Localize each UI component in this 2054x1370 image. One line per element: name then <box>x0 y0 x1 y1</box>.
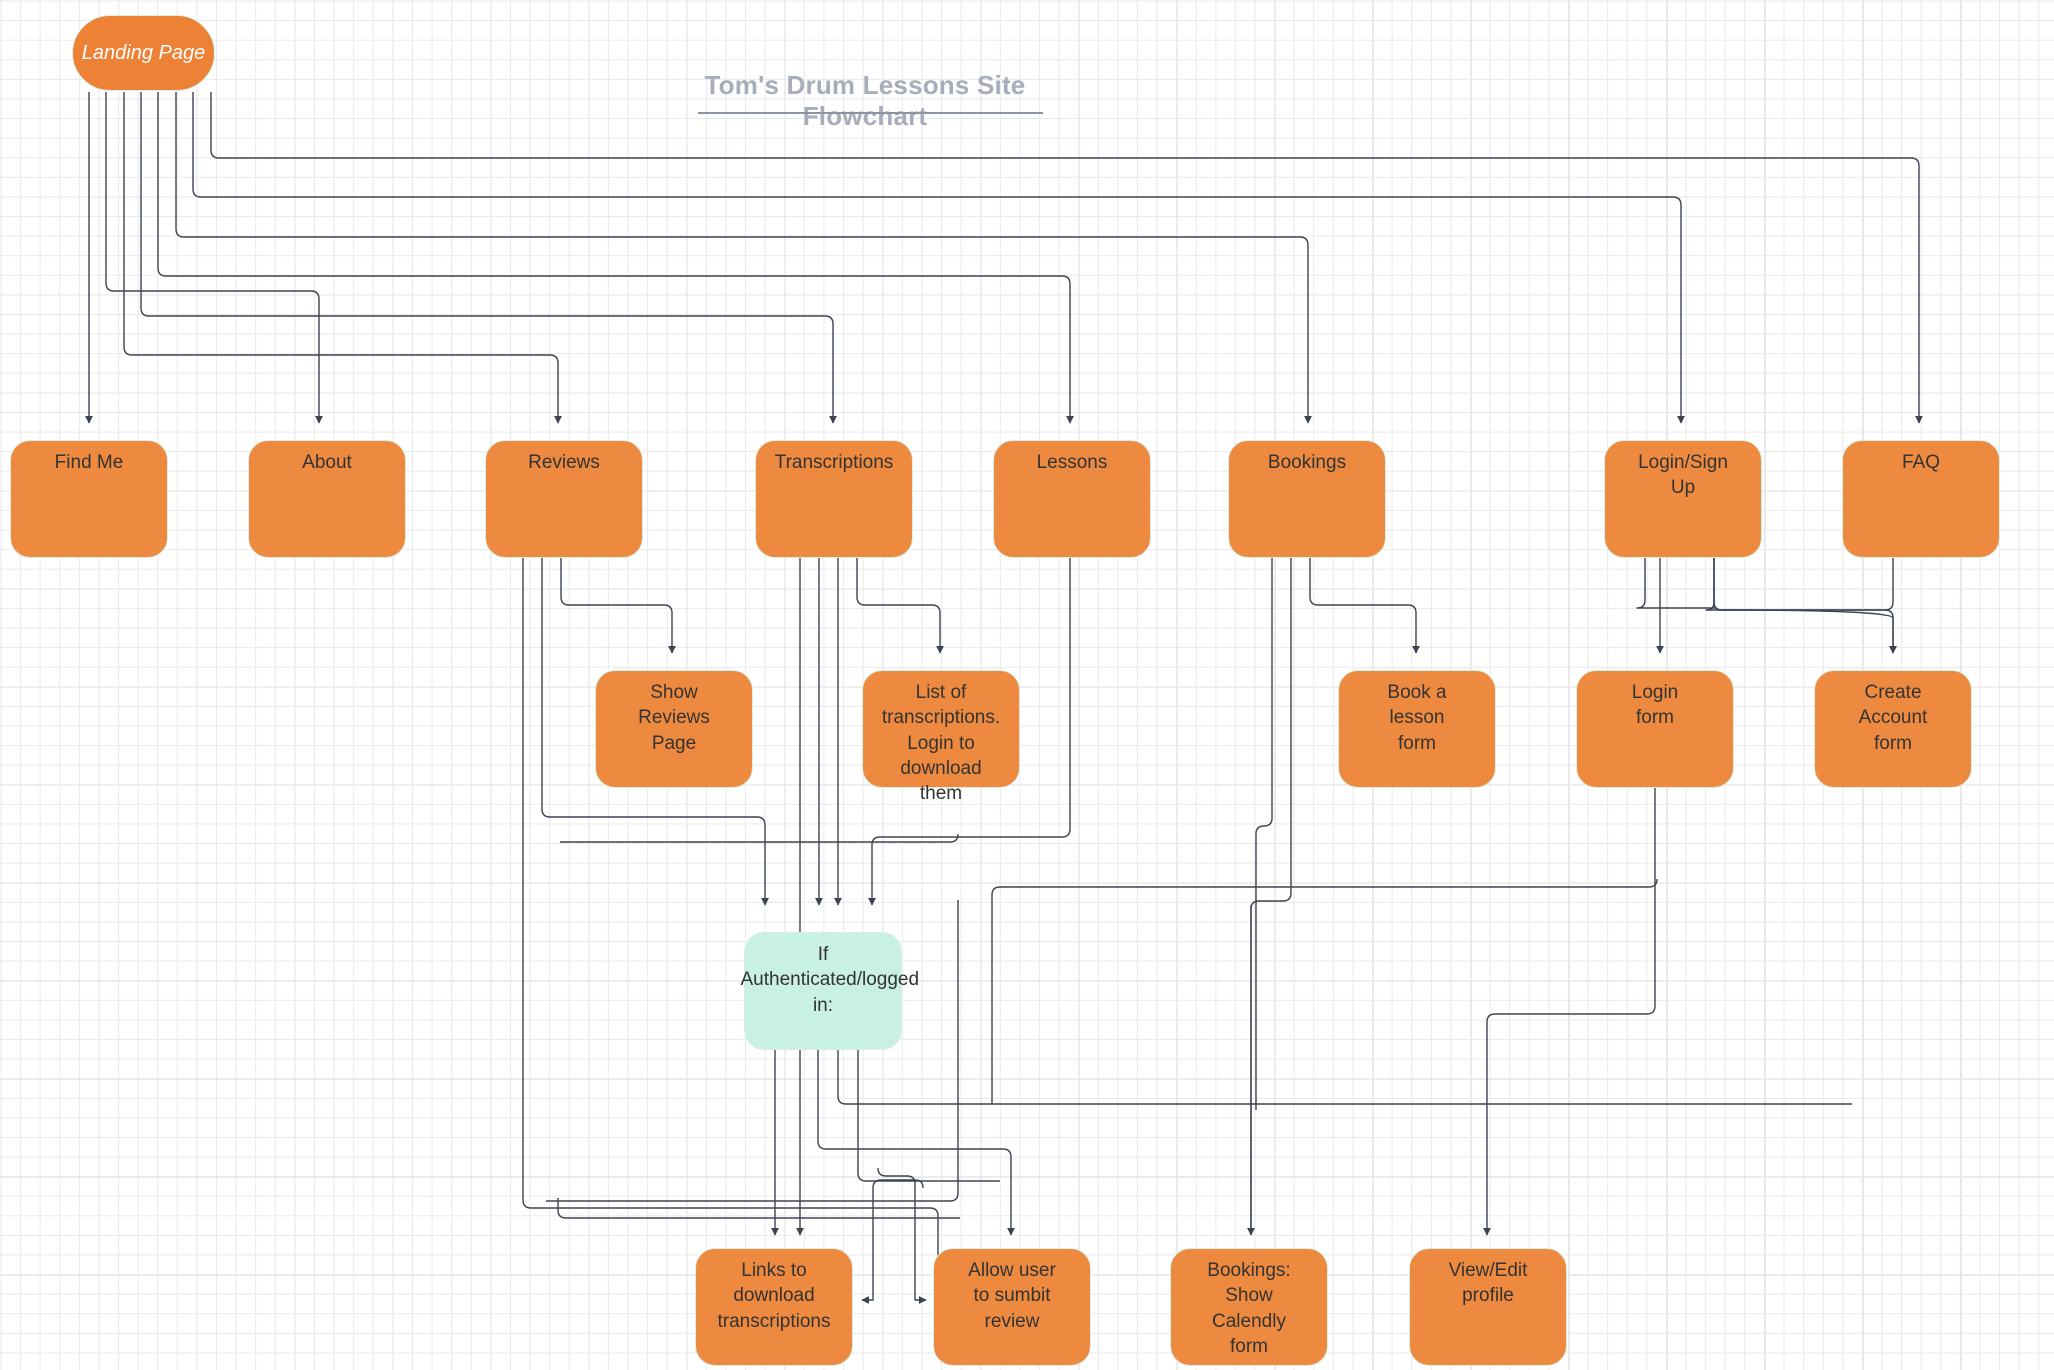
node-label: Bookings: Show Calendly form <box>1207 1260 1291 1357</box>
node-book-a-lesson-form[interactable]: Book a lesson form <box>1338 670 1496 788</box>
node-label: Allow user to sumbit review <box>968 1260 1056 1332</box>
edge-landing-bookings <box>175 92 1312 424</box>
node-label: Show Reviews Page <box>638 682 710 754</box>
edge-if-auth-route-d <box>857 1050 1000 1182</box>
edge-reviews-allow-review <box>522 558 1004 1302</box>
edge-landing-about <box>105 92 323 424</box>
edge-return-left-2 <box>991 878 1658 1104</box>
node-list-of-transcriptions[interactable]: List of transcriptions. Login to downloa… <box>862 670 1020 804</box>
node-label: Book a lesson form <box>1387 682 1447 754</box>
node-label: Links to download transcriptions <box>717 1260 831 1332</box>
node-label: Login form <box>1631 682 1679 729</box>
flowchart-canvas[interactable]: Tom's Drum Lessons Site Flowchart Landin… <box>0 0 2054 1370</box>
node-landing-page[interactable]: Landing Page <box>72 15 215 91</box>
node-reviews[interactable]: Reviews <box>485 440 643 558</box>
node-bookings-show-calendly-form[interactable]: Bookings: Show Calendly form <box>1170 1248 1328 1366</box>
edge-bookings-book-lesson <box>1309 558 1420 654</box>
edge-landing-reviews <box>123 92 562 424</box>
node-bookings[interactable]: Bookings <box>1228 440 1386 558</box>
node-transcriptions[interactable]: Transcriptions <box>755 440 913 558</box>
edge-side-right-arrow <box>877 1167 927 1304</box>
node-lessons[interactable]: Lessons <box>993 440 1151 558</box>
node-label: About <box>302 452 352 473</box>
edge-reviews-show-reviews <box>560 558 676 654</box>
node-label: Create Account form <box>1858 682 1928 754</box>
edge-landing-faq <box>210 92 1923 424</box>
edge-login-form-profile <box>1483 788 1656 1236</box>
node-create-account-form[interactable]: Create Account form <box>1814 670 1972 788</box>
edge-loginsignup-create-account-b <box>1713 558 1897 654</box>
edge-side-left-arrow <box>861 1179 924 1304</box>
node-view-edit-profile[interactable]: View/Edit profile <box>1409 1248 1567 1366</box>
node-if-authenticated[interactable]: If Authenticated/logged in: <box>741 932 919 1050</box>
node-label: List of transcriptions. Login to downloa… <box>881 682 1001 805</box>
node-label: FAQ <box>1901 452 1940 473</box>
node-label: Find Me <box>54 452 124 473</box>
edge-bookings-if-auth <box>1247 558 1292 1236</box>
edge-landing-transcriptions <box>140 92 837 424</box>
edge-bookings-calendly <box>1255 558 1273 1110</box>
edge-return-left-1 <box>557 1198 960 1219</box>
edge-landing-login-signup <box>192 92 1685 424</box>
edge-loginsignup-create-account <box>1705 558 1897 654</box>
node-label: Reviews <box>528 452 600 473</box>
edge-route-long-left <box>560 833 959 843</box>
node-label: View/Edit profile <box>1448 1260 1528 1307</box>
page-title: Tom's Drum Lessons Site Flowchart <box>704 70 1026 131</box>
node-label: Login/Sign Up <box>1638 452 1728 499</box>
node-label: Lessons <box>1036 452 1108 473</box>
node-find-me[interactable]: Find Me <box>10 440 168 558</box>
node-links-to-download-transcriptions[interactable]: Links to download transcriptions <box>695 1248 853 1366</box>
node-login-form[interactable]: Login form <box>1576 670 1734 788</box>
node-allow-user-to-submit-review[interactable]: Allow user to sumbit review <box>933 1248 1091 1366</box>
edge-layer <box>85 92 1923 1304</box>
edge-faq-create-account <box>1713 558 1894 611</box>
node-login-signup[interactable]: Login/Sign Up <box>1604 440 1762 558</box>
node-label: Bookings <box>1267 452 1347 473</box>
node-label: Landing Page <box>81 41 206 64</box>
edge-if-auth-allow-review <box>817 1050 1015 1236</box>
edge-if-auth-route-c <box>837 1050 1852 1105</box>
edge-landing-lessons <box>157 92 1074 424</box>
title-underline <box>698 112 1043 114</box>
edge-transcriptions-list <box>856 558 944 654</box>
node-show-reviews-page[interactable]: Show Reviews Page <box>595 670 753 788</box>
edge-login-to-if-auth <box>1636 558 1716 609</box>
node-label: If Authenticated/logged in: <box>740 944 920 1016</box>
node-faq[interactable]: FAQ <box>1842 440 2000 558</box>
node-label: Transcriptions <box>774 452 894 473</box>
node-about[interactable]: About <box>248 440 406 558</box>
